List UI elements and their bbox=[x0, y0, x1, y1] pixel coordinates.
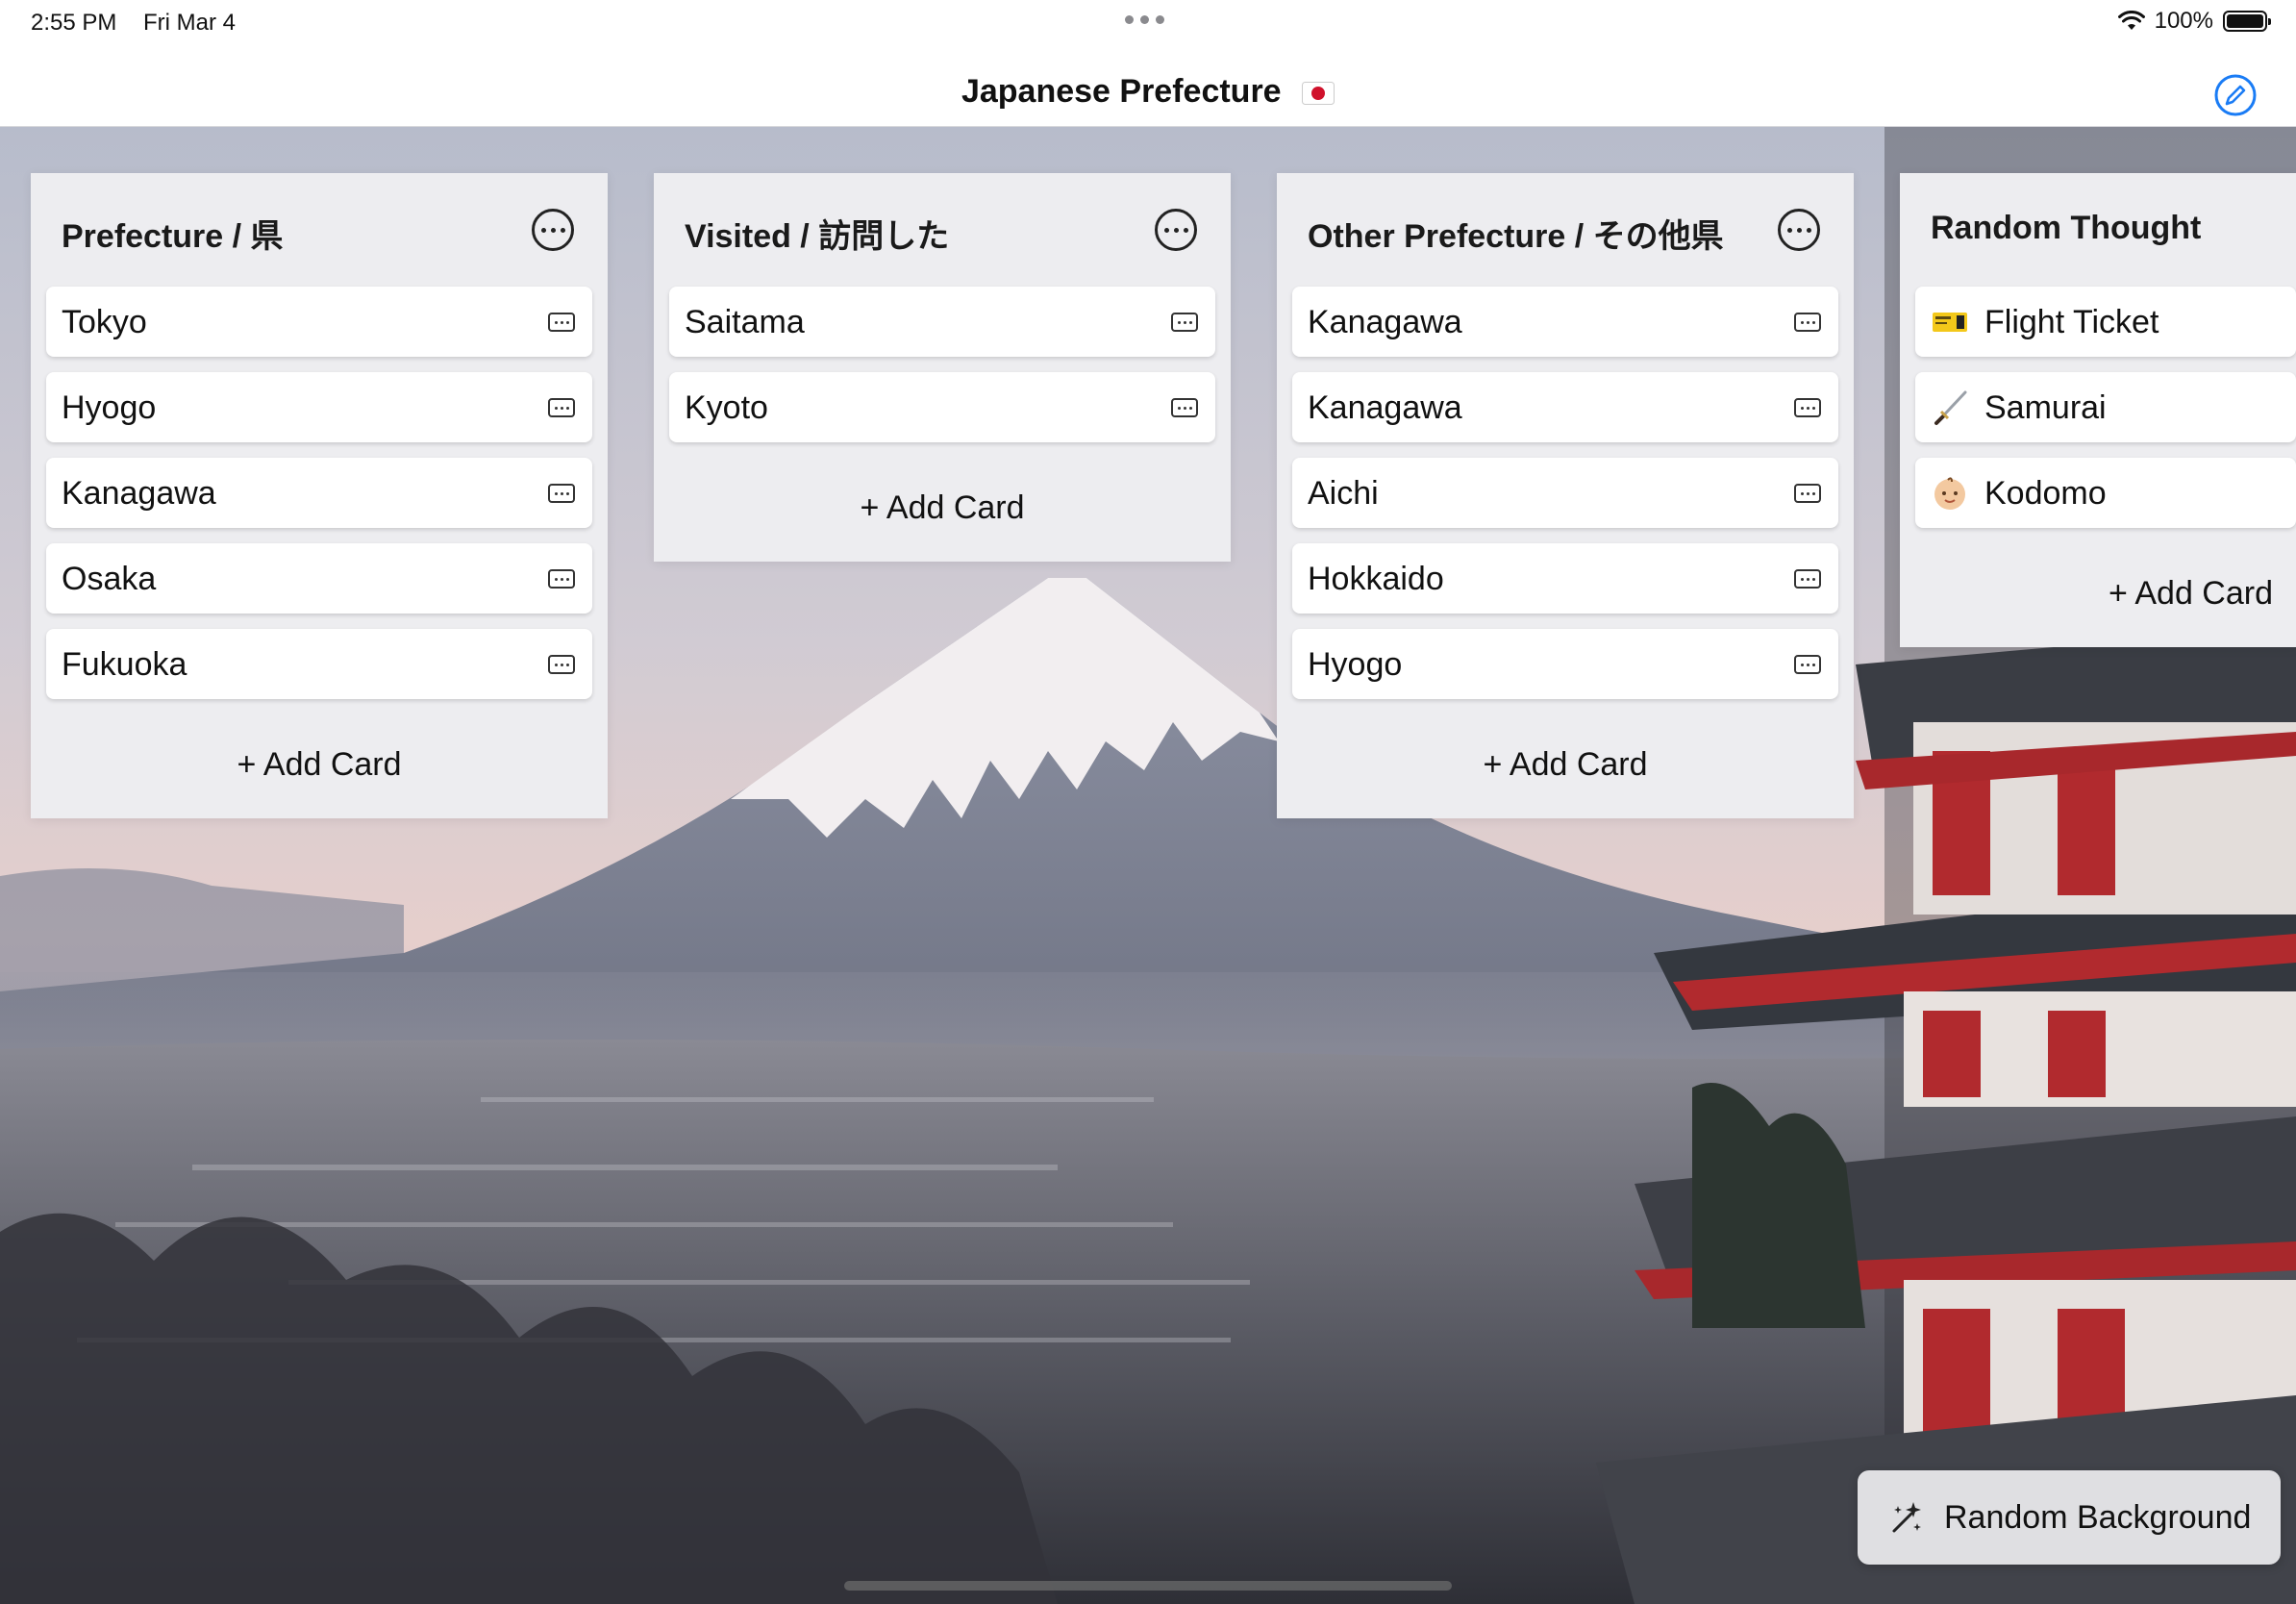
card-note-icon bbox=[1171, 398, 1198, 417]
more-options-icon[interactable] bbox=[1155, 209, 1197, 251]
card[interactable]: Tokyo bbox=[46, 287, 592, 357]
card[interactable]: Flight Ticket bbox=[1915, 287, 2296, 357]
card-label: Hyogo bbox=[62, 389, 157, 426]
card[interactable]: Kodomo bbox=[1915, 458, 2296, 528]
card[interactable]: Hokkaido bbox=[1292, 543, 1838, 614]
add-card-button[interactable]: + Add Card bbox=[31, 711, 608, 818]
sparkles-icon bbox=[1892, 1502, 1921, 1533]
add-card-button[interactable]: + Add Card bbox=[1277, 711, 1854, 818]
card-note-icon bbox=[1794, 655, 1821, 674]
card-label: Kyoto bbox=[685, 389, 768, 426]
column-visited: Visited / 訪問した Saitama Kyoto + Add Card bbox=[654, 173, 1231, 562]
card-note-icon bbox=[1794, 398, 1821, 417]
card-note-icon bbox=[1171, 313, 1198, 332]
japan-flag-icon bbox=[1302, 82, 1335, 106]
home-indicator[interactable] bbox=[844, 1581, 1452, 1591]
edit-button[interactable] bbox=[2213, 73, 2258, 117]
page-title-text: Japanese Prefecture bbox=[961, 73, 1282, 110]
card-note-icon bbox=[548, 655, 575, 674]
ticket-emoji-icon bbox=[1933, 313, 1967, 332]
card-label: Fukuoka bbox=[62, 646, 187, 683]
status-time: 2:55 PM bbox=[31, 10, 117, 36]
card[interactable]: Kanagawa bbox=[1292, 287, 1838, 357]
add-card-button[interactable]: + Add Card bbox=[1900, 539, 2296, 647]
card[interactable]: Kyoto bbox=[669, 372, 1215, 442]
card[interactable]: Osaka bbox=[46, 543, 592, 614]
page-title: Japanese Prefecture bbox=[0, 73, 2296, 111]
card[interactable]: Kanagawa bbox=[1292, 372, 1838, 442]
card-label: Kanagawa bbox=[1308, 304, 1462, 340]
card[interactable]: Hyogo bbox=[46, 372, 592, 442]
card-label: Osaka bbox=[62, 561, 157, 597]
column-random-thought: Random Thought Flight Ticket Samurai Kod… bbox=[1900, 173, 2296, 647]
card-label: Saitama bbox=[685, 304, 805, 340]
card-note-icon bbox=[548, 484, 575, 503]
baby-emoji-icon bbox=[1934, 477, 1965, 510]
card-label: Hyogo bbox=[1308, 646, 1403, 683]
battery-icon bbox=[2223, 11, 2271, 32]
card-label: Flight Ticket bbox=[1984, 304, 2159, 340]
card-label: Kanagawa bbox=[1308, 389, 1462, 426]
card[interactable]: Hyogo bbox=[1292, 629, 1838, 699]
random-background-button[interactable]: Random Background bbox=[1858, 1470, 2281, 1565]
card-note-icon bbox=[548, 398, 575, 417]
card-label: Hokkaido bbox=[1308, 561, 1444, 597]
card[interactable]: Fukuoka bbox=[46, 629, 592, 699]
column-prefecture: Prefecture / 県 Tokyo Hyogo Kanagawa Osak… bbox=[31, 173, 608, 818]
card-note-icon bbox=[548, 313, 575, 332]
card[interactable]: Kanagawa bbox=[46, 458, 592, 528]
card[interactable]: Saitama bbox=[669, 287, 1215, 357]
column-title: Prefecture / 県 bbox=[62, 218, 284, 255]
sword-emoji-icon bbox=[1934, 390, 1967, 425]
card-label: Kanagawa bbox=[62, 475, 216, 512]
battery-percent: 100% bbox=[2154, 8, 2213, 34]
column-title: Other Prefecture / その他県 bbox=[1308, 218, 1724, 255]
random-background-label: Random Background bbox=[1944, 1498, 2252, 1536]
status-date: Fri Mar 4 bbox=[143, 10, 236, 36]
card-label: Tokyo bbox=[62, 304, 147, 340]
card[interactable]: Samurai bbox=[1915, 372, 2296, 442]
add-card-button[interactable]: + Add Card bbox=[654, 454, 1231, 562]
column-other-prefecture: Other Prefecture / その他県 Kanagawa Kanagaw… bbox=[1277, 173, 1854, 818]
card-note-icon bbox=[1794, 313, 1821, 332]
column-title: Random Thought bbox=[1931, 210, 2202, 246]
wifi-icon bbox=[2117, 11, 2145, 30]
card[interactable]: Aichi bbox=[1292, 458, 1838, 528]
top-bar: 2:55 PM Fri Mar 4 100% Japanese Prefectu… bbox=[0, 0, 2296, 127]
card-label: Samurai bbox=[1984, 389, 2107, 426]
multitasking-dots-icon[interactable] bbox=[1125, 15, 1164, 24]
column-title: Visited / 訪問した bbox=[685, 218, 950, 255]
card-label: Kodomo bbox=[1984, 475, 2107, 512]
more-options-icon[interactable] bbox=[1778, 209, 1820, 251]
card-note-icon bbox=[548, 569, 575, 589]
card-note-icon bbox=[1794, 484, 1821, 503]
card-label: Aichi bbox=[1308, 475, 1379, 512]
status-indicators: 100% bbox=[2117, 8, 2271, 35]
more-options-icon[interactable] bbox=[532, 209, 574, 251]
card-note-icon bbox=[1794, 569, 1821, 589]
